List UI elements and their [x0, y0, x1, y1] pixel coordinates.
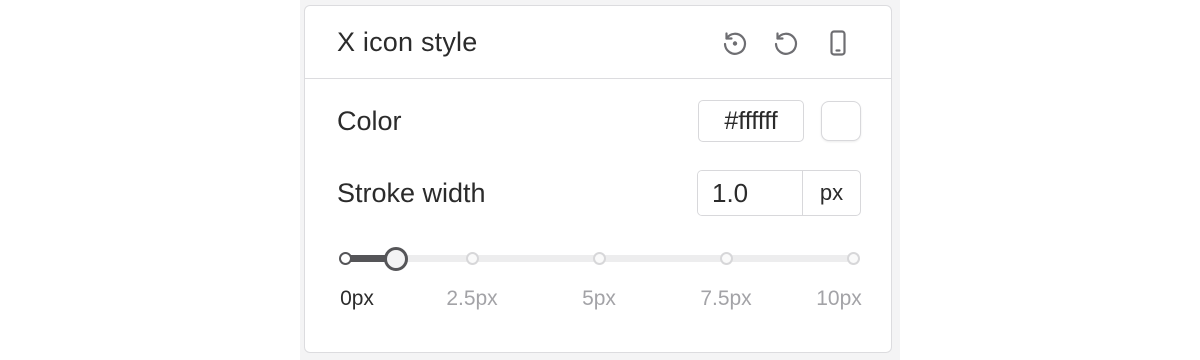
slider-mark-label: 7.5px — [700, 287, 752, 310]
stroke-width-field: px — [697, 170, 861, 216]
panel-header: X icon style — [305, 6, 891, 79]
panel-title: X icon style — [337, 27, 478, 57]
slider-tick[interactable] — [592, 252, 606, 265]
x-icon-style-panel: X icon style Color Stroke width px — [304, 5, 892, 353]
color-swatch[interactable] — [821, 101, 861, 141]
slider-tick[interactable] — [846, 252, 860, 265]
slider-mark-label: 0px — [340, 287, 374, 310]
slider-mark-label: 2.5px — [446, 287, 498, 310]
slider-tick[interactable] — [719, 252, 733, 265]
slider-mark-label: 10px — [816, 287, 862, 310]
slider-tick[interactable] — [338, 252, 352, 265]
slider-thumb[interactable] — [383, 247, 408, 271]
stroke-width-input[interactable] — [698, 171, 803, 215]
color-label: Color — [337, 106, 402, 136]
color-hex-input[interactable] — [698, 100, 804, 142]
stroke-width-unit: px — [819, 180, 844, 205]
stroke-width-slider[interactable] — [337, 244, 860, 274]
mobile-device-icon[interactable] — [821, 26, 855, 60]
slider-mark-label: 5px — [582, 287, 616, 310]
reset-icon[interactable] — [768, 26, 802, 60]
stroke-width-label: Stroke width — [337, 178, 486, 208]
slider-tick[interactable] — [465, 252, 479, 265]
reset-to-default-icon[interactable] — [717, 26, 751, 60]
